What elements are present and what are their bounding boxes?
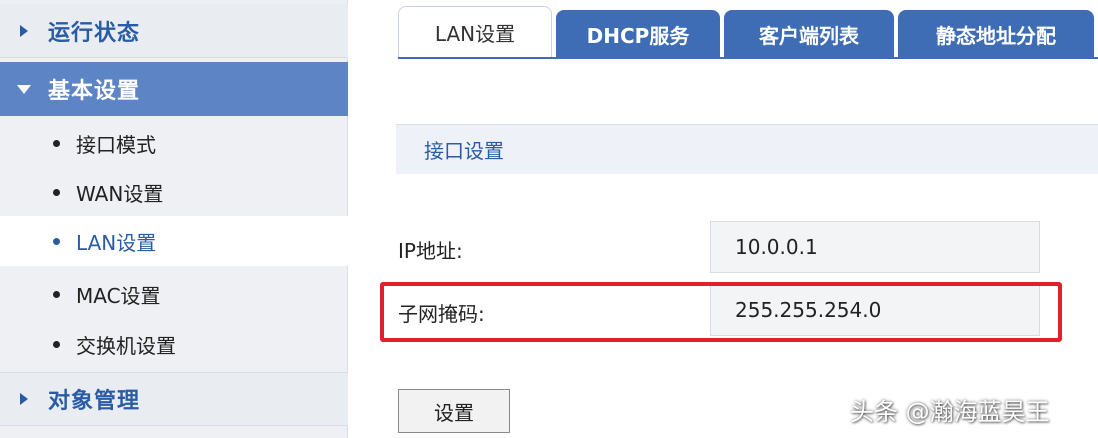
sidebar-item-label: LAN设置 — [76, 230, 157, 255]
tab-divider — [398, 57, 1098, 59]
bullet-icon — [53, 237, 60, 245]
sidebar-group-basic-settings[interactable]: 基本设置 — [0, 62, 348, 116]
sidebar-item-label: WAN设置 — [76, 181, 164, 206]
tab-static-address[interactable]: 静态地址分配 — [898, 10, 1094, 58]
ip-address-input[interactable]: 10.0.0.1 — [710, 221, 1040, 273]
bullet-icon — [53, 290, 60, 298]
sidebar-group-label: 运行状态 — [48, 20, 141, 46]
tab-label: DHCP服务 — [586, 23, 690, 48]
sidebar-item-mac[interactable]: MAC设置 — [0, 269, 348, 319]
sidebar-group-label: 基本设置 — [48, 79, 141, 104]
tab-client-list[interactable]: 客户端列表 — [724, 10, 894, 58]
chevron-right-icon — [0, 24, 48, 37]
watermark: 头条 @瀚海蓝昊王 — [850, 398, 1050, 426]
bullet-icon — [53, 340, 60, 348]
tab-label: LAN设置 — [434, 22, 516, 46]
highlight-box — [380, 282, 1062, 342]
tab-label: 静态地址分配 — [936, 23, 1056, 48]
chevron-down-icon — [0, 84, 48, 94]
section-header: 接口设置 — [396, 124, 1098, 174]
ip-address-label: IP地址: — [398, 239, 463, 263]
tab-lan-settings[interactable]: LAN设置 — [398, 6, 552, 58]
sidebar-group-label: 对象管理 — [48, 389, 141, 414]
sidebar-group-status[interactable]: 运行状态 — [0, 4, 348, 58]
bullet-icon — [53, 188, 60, 196]
sidebar-item-wan[interactable]: WAN设置 — [0, 167, 348, 217]
section-title: 接口设置 — [424, 139, 504, 163]
bullet-icon — [53, 139, 60, 147]
tab-dhcp[interactable]: DHCP服务 — [556, 10, 720, 58]
sidebar-item-lan[interactable]: LAN设置 — [0, 216, 348, 266]
sidebar-group-object-management[interactable]: 对象管理 — [0, 372, 348, 426]
chevron-right-icon — [0, 393, 48, 405]
sidebar: 运行状态 基本设置 接口模式 WAN设置 LAN设置 MAC设置 交换机设置 对… — [0, 0, 348, 438]
sidebar-item-label: MAC设置 — [76, 283, 161, 308]
sidebar-item-label: 接口模式 — [76, 132, 156, 157]
sidebar-item-interface-mode[interactable]: 接口模式 — [0, 118, 348, 168]
tab-label: 客户端列表 — [759, 23, 859, 48]
set-button[interactable]: 设置 — [398, 389, 510, 433]
sidebar-item-label: 交换机设置 — [76, 333, 176, 358]
sidebar-item-switch[interactable]: 交换机设置 — [0, 319, 348, 369]
